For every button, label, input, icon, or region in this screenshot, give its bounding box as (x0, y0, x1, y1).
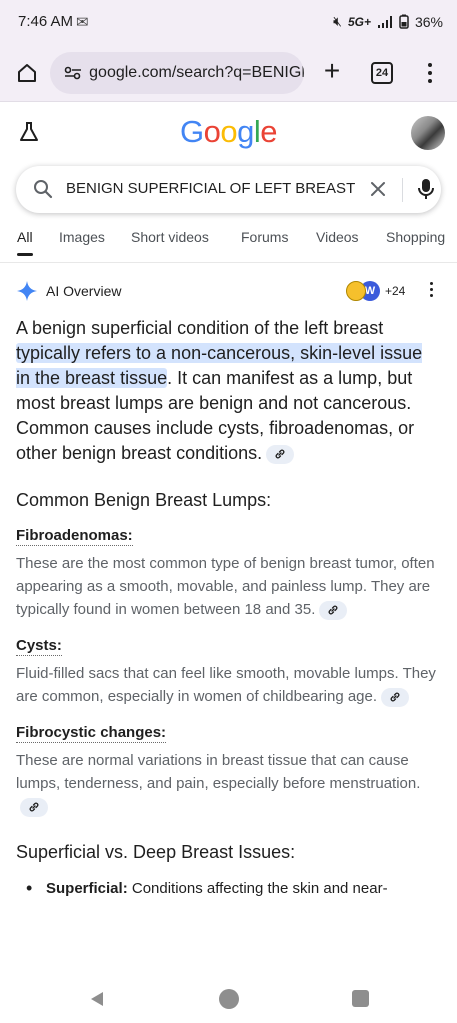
section-heading-superficial-vs-deep: Superficial vs. Deep Breast Issues: (16, 842, 296, 862)
account-avatar[interactable] (411, 116, 445, 150)
home-button[interactable] (12, 58, 42, 88)
search-divider (402, 178, 403, 202)
tab-forums[interactable]: Forums (241, 228, 288, 262)
list-item: Fibrocystic changes: These are normal va… (16, 724, 440, 818)
item-text: Fluid-filled sacs that can feel like smo… (16, 665, 436, 707)
tab-switcher-button[interactable]: 24 (371, 62, 393, 84)
url-text: google.com/search?q=BENIGN (89, 64, 304, 81)
back-icon[interactable] (88, 990, 106, 1008)
search-input[interactable]: BENIGN SUPERFICIAL OF LEFT BREAST (66, 180, 358, 197)
item-text: These are the most common type of benign… (16, 555, 435, 620)
tab-images[interactable]: Images (59, 228, 105, 262)
section-heading-benign-lumps: Common Benign Breast Lumps: (16, 490, 272, 510)
item-heading[interactable]: Fibrocystic changes: (16, 724, 167, 743)
status-bar: 7:46 AM ✉ 🔇︎ 5G+ 36% (0, 0, 457, 44)
clear-search-icon[interactable] (366, 177, 390, 201)
home-nav-icon[interactable] (219, 989, 239, 1009)
sources-button[interactable]: W +24 (346, 280, 405, 302)
network-type: 5G+ (347, 14, 371, 29)
sources-count: +24 (385, 284, 406, 298)
ai-overview-content: A benign superficial condition of the le… (16, 316, 440, 900)
status-indicators: 🔇︎ 5G+ 36% (333, 13, 443, 30)
microphone-icon[interactable] (416, 177, 436, 201)
site-settings-icon[interactable] (62, 62, 83, 84)
tab-short-videos[interactable]: Short videos (131, 228, 209, 262)
ai-overview-title: AI Overview (46, 283, 122, 299)
search-tabs: All Images Short videos Forums Videos Sh… (0, 228, 457, 262)
recents-icon[interactable] (352, 990, 369, 1007)
system-nav-bar (0, 978, 457, 1023)
labs-flask-icon[interactable] (17, 120, 41, 144)
tab-all[interactable]: All (17, 228, 33, 262)
list-item: Cysts: Fluid-filled sacs that can feel l… (16, 637, 440, 708)
home-icon (18, 64, 36, 82)
new-tab-button[interactable]: + (316, 56, 348, 88)
item-heading[interactable]: Fibroadenomas: (16, 527, 133, 546)
tabs-divider (0, 262, 457, 263)
search-box[interactable]: BENIGN SUPERFICIAL OF LEFT BREAST (16, 166, 441, 213)
item-text: These are normal variations in breast ti… (16, 749, 440, 818)
google-logo[interactable]: Google (180, 114, 278, 150)
overview-lead: A benign superficial condition of the le… (16, 318, 423, 464)
tab-shopping[interactable]: Shopping (386, 228, 445, 262)
item-heading[interactable]: Cysts: (16, 637, 62, 656)
browser-menu-button[interactable] (418, 58, 442, 88)
citation-link-icon[interactable] (319, 600, 348, 620)
address-bar[interactable]: google.com/search?q=BENIGN (50, 52, 304, 94)
browser-toolbar: google.com/search?q=BENIGN + 24 (0, 44, 457, 102)
battery-level: 36% (414, 13, 443, 30)
gemini-sparkle-icon (17, 281, 37, 301)
battery-icon (399, 14, 409, 29)
citation-link-icon[interactable] (266, 444, 295, 464)
gmail-notification-icon: ✉ (76, 14, 89, 31)
citation-link-icon[interactable] (381, 687, 410, 707)
citation-link-icon[interactable] (20, 797, 48, 817)
mute-icon: 🔇︎ (333, 13, 342, 29)
search-icon (34, 180, 53, 199)
ai-overview-header: AI Overview W +24 (16, 280, 441, 304)
warning-source-icon (346, 281, 366, 301)
tab-videos[interactable]: Videos (316, 228, 359, 262)
bullet-label: Superficial: (46, 880, 128, 897)
ai-overview-menu-button[interactable] (425, 282, 437, 302)
bullet-item: Superficial: Conditions affecting the sk… (16, 877, 440, 900)
list-item: Fibroadenomas: These are the most common… (16, 527, 440, 621)
status-time: 7:46 AM (18, 13, 74, 30)
signal-icon (377, 15, 392, 28)
